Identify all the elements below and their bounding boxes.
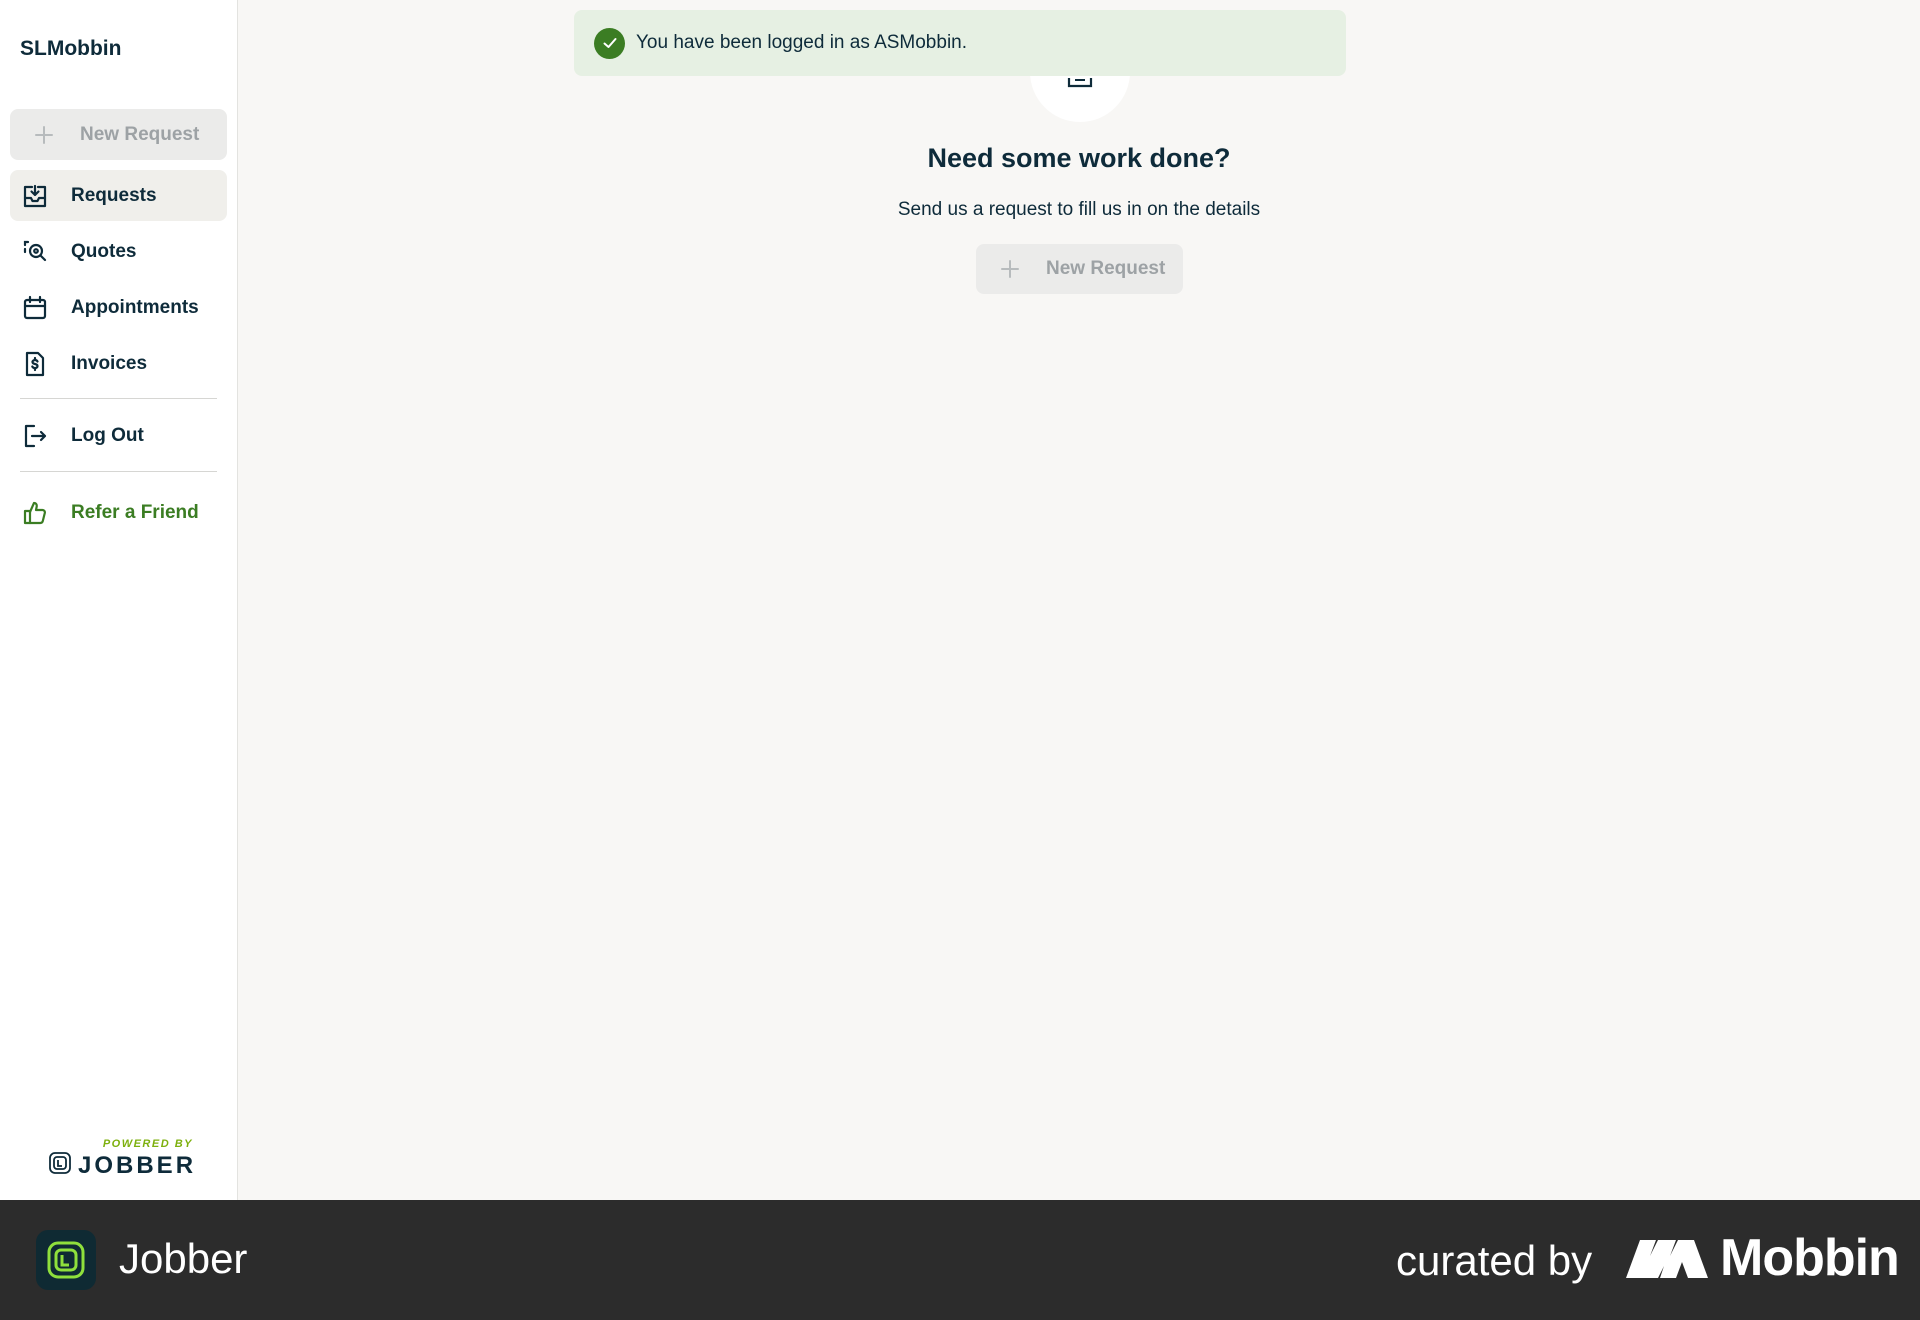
plus-icon: [1000, 259, 1046, 279]
new-request-label: New Request: [1046, 258, 1166, 279]
refer-a-friend-label: Refer a Friend: [71, 501, 199, 523]
jobber-app-icon: [36, 1230, 96, 1290]
curation-footer: Jobber curated by Mobbin: [0, 1200, 1920, 1320]
sidebar-divider: [20, 398, 217, 399]
jobber-logo-icon: [48, 1151, 72, 1180]
powered-by-text: POWERED BY: [102, 1138, 193, 1150]
new-request-button[interactable]: New Request: [976, 244, 1183, 294]
logout-icon: [22, 423, 48, 449]
sidebar-item-quotes[interactable]: Quotes: [10, 226, 227, 277]
brand-name: SLMobbin: [20, 37, 122, 60]
toast-message: You have been logged in as ASMobbin.: [636, 32, 968, 53]
quote-search-icon: [22, 239, 48, 265]
logout-label: Log Out: [71, 424, 144, 446]
calendar-icon: [22, 295, 48, 321]
main-content: [239, 0, 1920, 1200]
empty-state-subtitle: Send us a request to fill us in on the d…: [897, 199, 1261, 220]
sidebar-item-label: Quotes: [71, 240, 137, 262]
mobbin-wordmark: Mobbin: [1720, 1229, 1900, 1287]
empty-state-title: Need some work done?: [927, 143, 1231, 173]
sidebar-item-label: Appointments: [71, 296, 199, 318]
sidebar: SLMobbin New Request Requests Quotes App…: [0, 0, 238, 1200]
check-circle-icon: [594, 27, 625, 59]
invoice-dollar-icon: [22, 351, 48, 377]
powered-by-jobber: POWERED BY JOBBER: [48, 1138, 193, 1180]
inbox-icon: [1067, 78, 1093, 88]
success-toast: You have been logged in as ASMobbin.: [574, 10, 1346, 76]
sidebar-item-invoices[interactable]: Invoices: [10, 338, 227, 389]
mobbin-logo-icon: [1626, 1238, 1708, 1283]
thumbs-up-icon: [22, 500, 48, 526]
refer-a-friend-link[interactable]: Refer a Friend: [10, 487, 227, 538]
app-window: SLMobbin New Request Requests Quotes App…: [0, 0, 1920, 1200]
curated-by-text: curated by: [1396, 1237, 1593, 1284]
logout-button[interactable]: Log Out: [10, 410, 227, 461]
sidebar-divider: [20, 471, 217, 472]
jobber-wordmark: JOBBER: [78, 1151, 197, 1179]
sidebar-item-appointments[interactable]: Appointments: [10, 282, 227, 333]
sidebar-item-label: Invoices: [71, 352, 148, 374]
footer-app-name: Jobber: [119, 1235, 248, 1282]
plus-icon: [34, 125, 80, 145]
